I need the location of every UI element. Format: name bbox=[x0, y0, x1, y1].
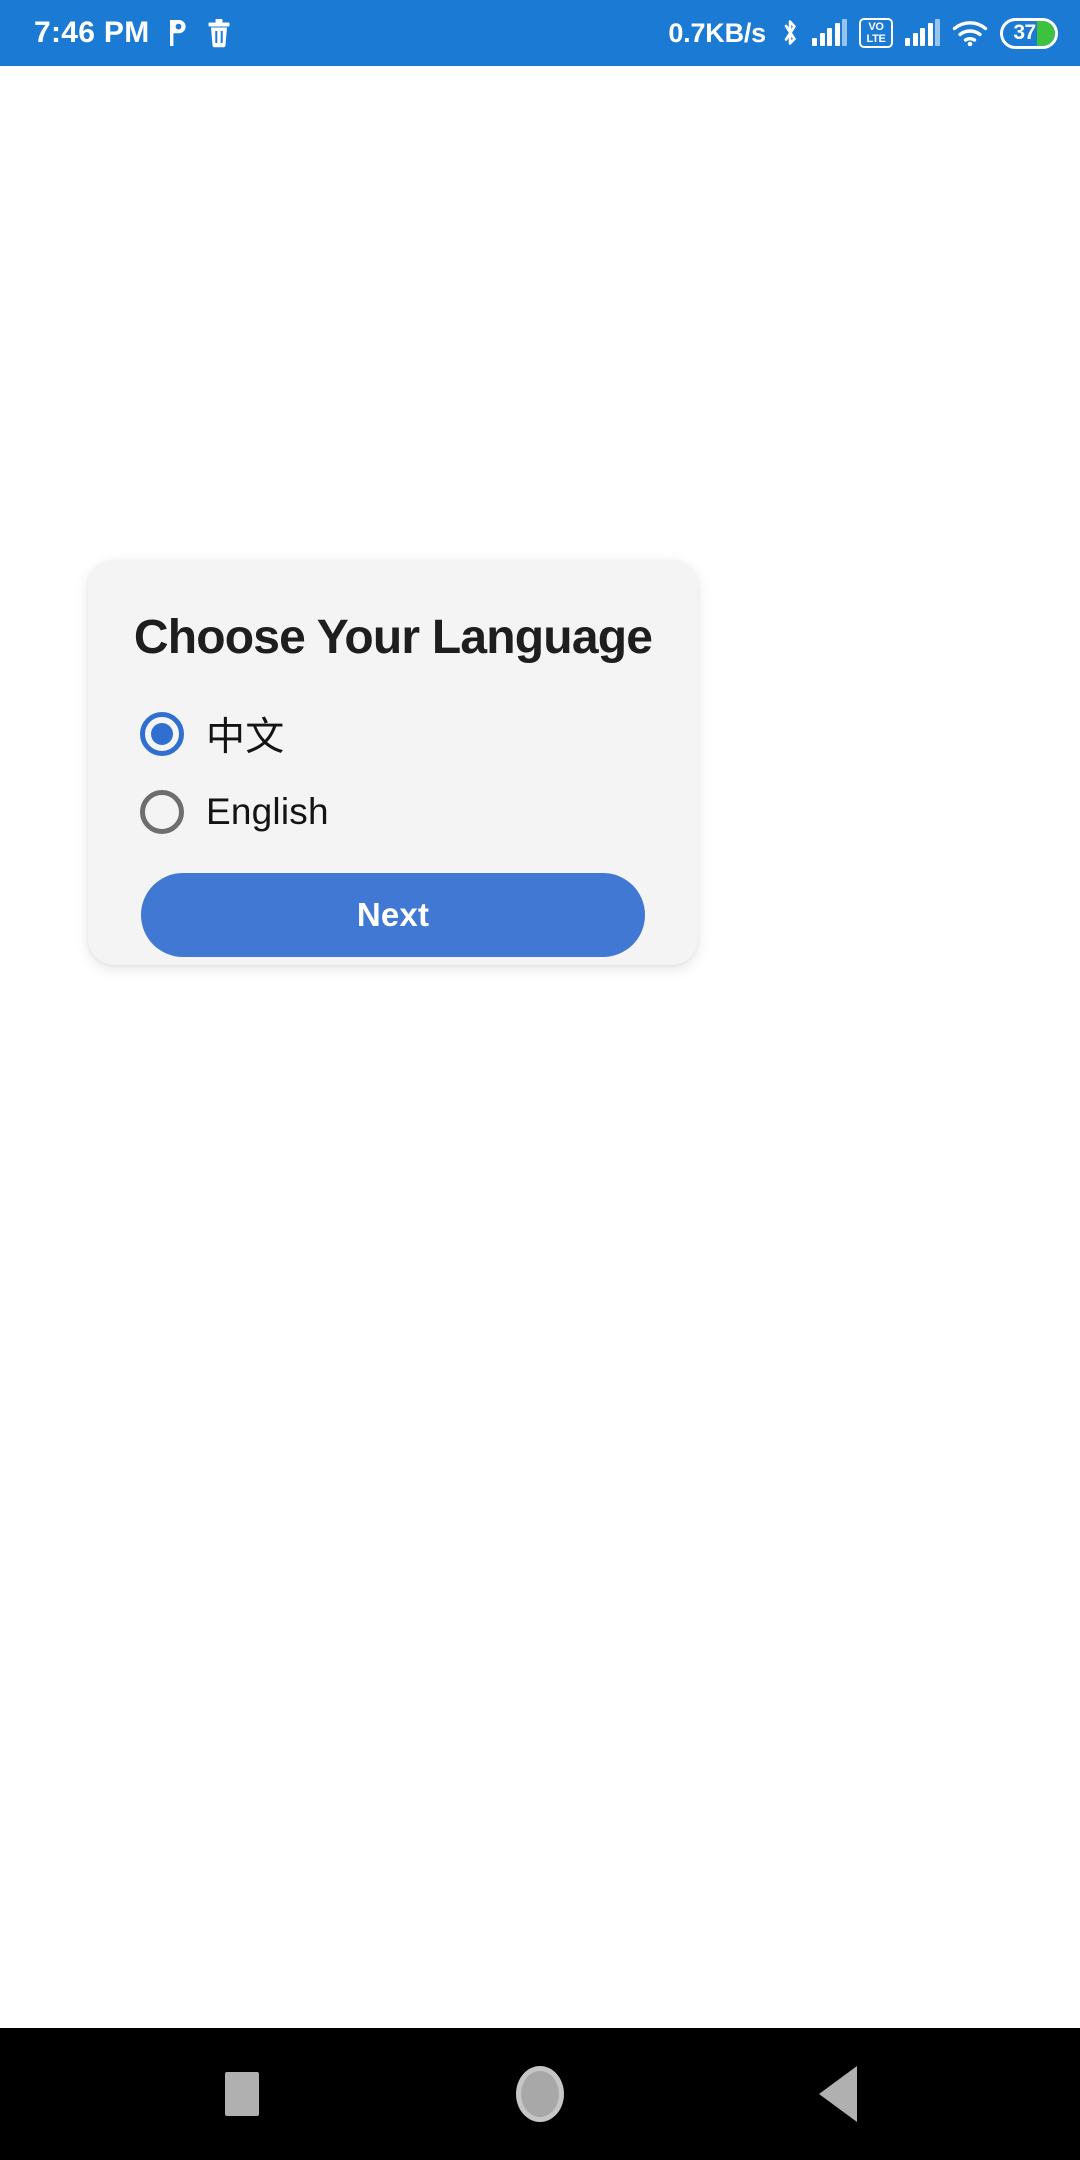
trash-icon bbox=[207, 18, 231, 48]
language-option-chinese[interactable]: 中文 bbox=[140, 695, 698, 773]
volte-top-text: VO bbox=[868, 20, 884, 33]
language-options-group: 中文 English bbox=[88, 695, 698, 851]
android-navigation-bar bbox=[0, 2028, 1080, 2160]
status-clock: 7:46 PM bbox=[34, 16, 150, 49]
triangle-back-icon bbox=[819, 2066, 857, 2122]
volte-icon: VO LTE bbox=[859, 18, 893, 48]
circle-home-icon bbox=[516, 2066, 564, 2122]
bluetooth-icon bbox=[780, 18, 800, 48]
next-button[interactable]: Next bbox=[141, 873, 645, 957]
language-option-label-english: English bbox=[206, 791, 329, 832]
signal-bars-sim2-icon bbox=[905, 19, 940, 46]
language-option-label-chinese: 中文 bbox=[206, 715, 285, 760]
radio-selected-icon[interactable] bbox=[140, 712, 184, 756]
radio-dot bbox=[151, 723, 173, 745]
signal-bars-sim1-icon bbox=[812, 19, 847, 46]
language-option-english[interactable]: English bbox=[140, 773, 698, 851]
page-title: Choose Your Language bbox=[133, 611, 653, 664]
wifi-icon bbox=[952, 19, 988, 47]
status-bar-right: 0.7KB/s VO LTE 37 bbox=[668, 17, 1058, 49]
status-bar: 7:46 PM 0.7KB/s VO LTE 37 bbox=[0, 0, 1080, 66]
battery-icon: 37 bbox=[1000, 17, 1058, 49]
recents-button[interactable] bbox=[197, 2049, 287, 2139]
home-button[interactable] bbox=[495, 2049, 585, 2139]
radio-unselected-icon[interactable] bbox=[140, 790, 184, 834]
volte-bottom-text: LTE bbox=[866, 32, 886, 45]
battery-level-label: 37 bbox=[1013, 21, 1036, 44]
network-speed-label: 0.7KB/s bbox=[668, 17, 766, 48]
status-bar-left: 7:46 PM bbox=[34, 16, 231, 50]
parking-p-icon bbox=[167, 18, 189, 48]
language-selection-card: Choose Your Language 中文 English Next bbox=[88, 560, 698, 965]
phone-screen: 7:46 PM 0.7KB/s VO LTE 37 Choose Your La… bbox=[0, 0, 1080, 2160]
square-recents-icon bbox=[225, 2072, 259, 2116]
back-button[interactable] bbox=[793, 2049, 883, 2139]
